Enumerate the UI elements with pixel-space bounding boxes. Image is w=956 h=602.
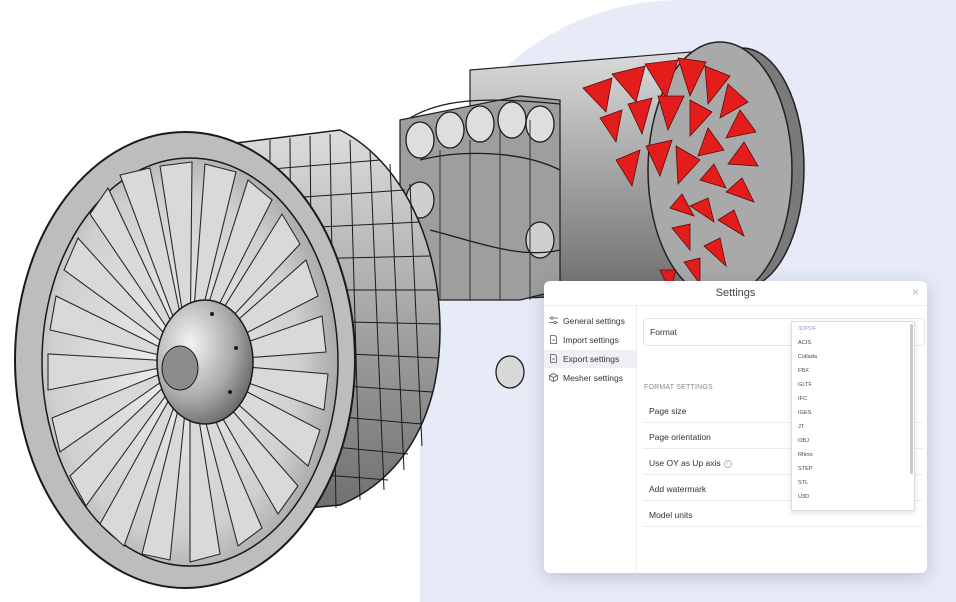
viewport: Settings × General settings Import setti… bbox=[0, 0, 956, 602]
format-option-3dpdf[interactable]: 3DPDF bbox=[792, 322, 908, 336]
format-option-acis[interactable]: ACIS bbox=[792, 336, 908, 350]
import-file-icon bbox=[550, 335, 557, 344]
row-label-text: Use OY as Up axis bbox=[649, 458, 721, 468]
fan-front bbox=[14, 131, 356, 589]
option-label: JT bbox=[798, 424, 805, 430]
option-label: IFC bbox=[798, 396, 808, 402]
sidebar-item-general-settings[interactable]: General settings bbox=[544, 312, 636, 330]
sidebar-item-export-settings[interactable]: Export settings bbox=[544, 350, 636, 368]
format-option-u3d[interactable]: U3D bbox=[792, 490, 908, 504]
close-icon[interactable]: × bbox=[912, 285, 919, 299]
format-option-ifc[interactable]: IFC bbox=[792, 392, 908, 406]
option-label: IGES bbox=[798, 410, 812, 416]
format-option-iges[interactable]: IGES bbox=[792, 406, 908, 420]
row-label: Page size bbox=[649, 406, 687, 416]
sidebar-item-label: Export settings bbox=[563, 354, 620, 364]
format-option-step[interactable]: STEP bbox=[792, 462, 908, 476]
row-label: Model units bbox=[649, 510, 693, 520]
format-option-jt[interactable]: JT bbox=[792, 420, 908, 434]
row-label: Add watermark bbox=[649, 484, 707, 494]
option-label: U3D bbox=[798, 494, 810, 500]
dialog-header: Settings × bbox=[544, 281, 927, 306]
dropdown-scrollbar[interactable] bbox=[910, 324, 913, 474]
format-option-collada[interactable]: Collada bbox=[792, 350, 908, 364]
format-option-obj[interactable]: OBJ bbox=[792, 434, 908, 448]
sidebar-item-import-settings[interactable]: Import settings bbox=[544, 331, 636, 349]
info-icon[interactable]: i bbox=[723, 459, 732, 468]
option-label: Rhino bbox=[798, 452, 813, 458]
format-option-gltf[interactable]: GLTF bbox=[792, 378, 908, 392]
export-file-icon bbox=[550, 354, 557, 363]
format-option-stl[interactable]: STL bbox=[792, 476, 908, 490]
dialog-title: Settings bbox=[715, 287, 756, 299]
option-label: STEP bbox=[798, 466, 813, 472]
settings-sidebar: General settings Import settings Export … bbox=[544, 306, 637, 573]
format-option-fbx[interactable]: FBX bbox=[792, 364, 908, 378]
option-label: STL bbox=[798, 480, 809, 486]
format-label: Format bbox=[650, 327, 677, 337]
option-label: GLTF bbox=[798, 382, 812, 388]
sidebar-item-label: General settings bbox=[563, 316, 625, 326]
sliders-icon bbox=[549, 316, 558, 325]
sidebar-item-label: Mesher settings bbox=[563, 373, 623, 383]
row-label: Use OY as Up axis i bbox=[649, 458, 732, 468]
format-option-rhino[interactable]: Rhino bbox=[792, 448, 908, 462]
option-label: OBJ bbox=[798, 438, 809, 444]
option-label: FBX bbox=[798, 368, 809, 374]
section-header: FORMAT SETTINGS bbox=[644, 384, 713, 391]
sidebar-item-label: Import settings bbox=[563, 335, 619, 345]
row-label: Page orientation bbox=[649, 432, 711, 442]
sidebar-item-mesher-settings[interactable]: Mesher settings bbox=[544, 369, 636, 387]
option-label: ACIS bbox=[798, 340, 812, 346]
option-label: Collada bbox=[798, 354, 817, 360]
option-label: 3DPDF bbox=[798, 326, 817, 332]
cube-icon bbox=[549, 373, 558, 382]
format-dropdown[interactable]: 3DPDF ACIS Collada FBX GLTF IFC IGES JT … bbox=[791, 321, 915, 511]
